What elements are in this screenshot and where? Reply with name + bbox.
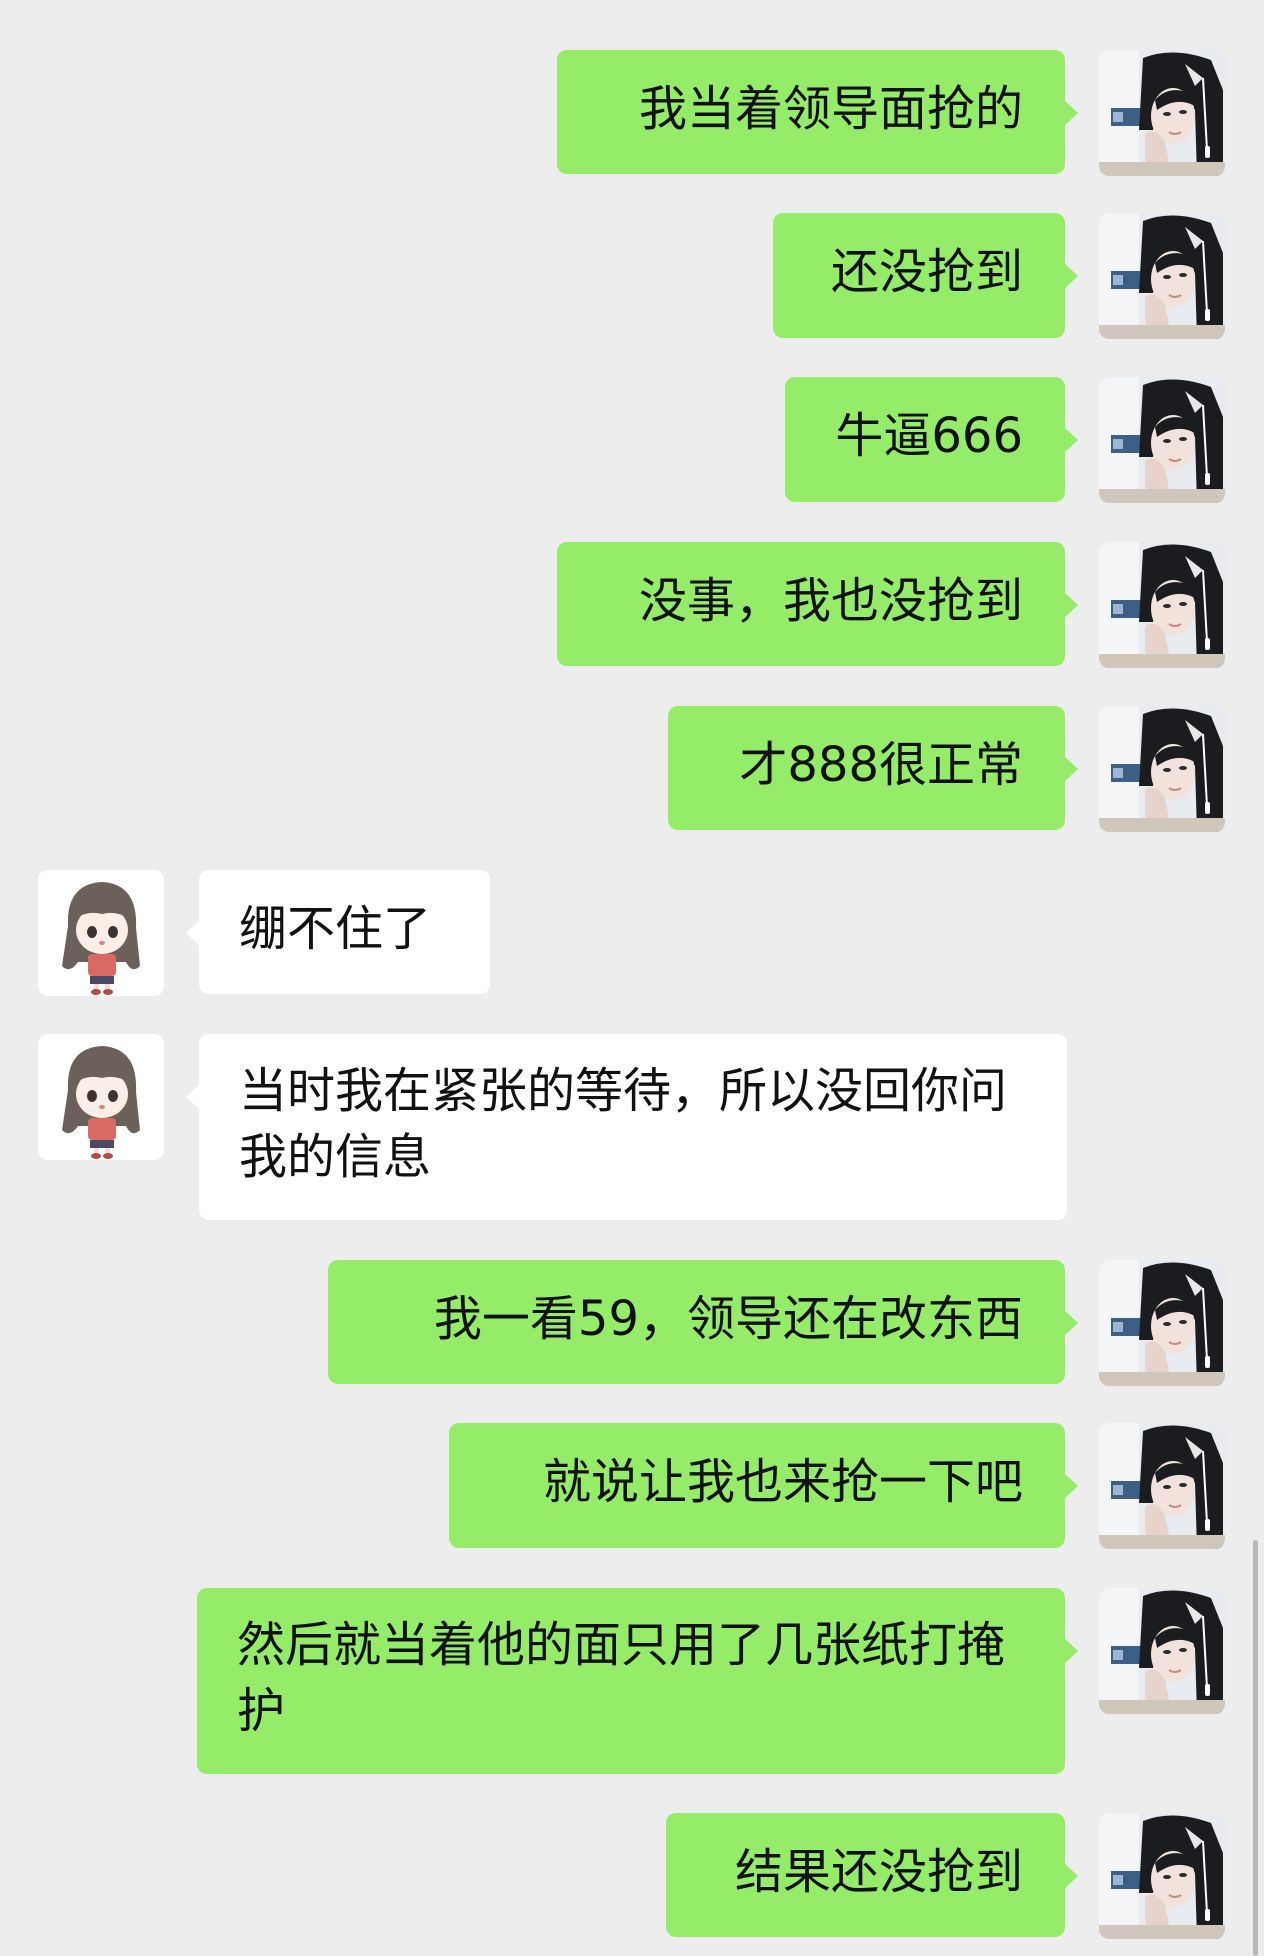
photo-avatar-icon	[1099, 1423, 1225, 1549]
self-avatar[interactable]	[1099, 50, 1225, 176]
self-avatar[interactable]	[1099, 213, 1225, 339]
self-avatar[interactable]	[1099, 1588, 1225, 1714]
message-bubble-outgoing[interactable]: 然后就当着他的面只用了几张纸打掩护	[197, 1588, 1078, 1774]
message-bubble-outgoing[interactable]: 就说让我也来抢一下吧	[449, 1423, 1078, 1548]
photo-avatar-icon	[1099, 50, 1225, 176]
self-avatar[interactable]	[1099, 706, 1225, 832]
cartoon-girl-avatar-icon	[38, 1034, 164, 1160]
photo-avatar-icon	[1099, 1588, 1225, 1714]
photo-avatar-icon	[1099, 542, 1225, 668]
message-bubble-outgoing[interactable]: 结果还没抢到	[666, 1813, 1078, 1937]
self-avatar[interactable]	[1099, 1260, 1225, 1386]
message-bubble-outgoing[interactable]: 牛逼666	[785, 377, 1078, 502]
message-bubble-outgoing[interactable]: 还没抢到	[773, 213, 1078, 338]
photo-avatar-icon	[1099, 1260, 1225, 1386]
photo-avatar-icon	[1099, 706, 1225, 832]
contact-avatar[interactable]	[38, 870, 164, 996]
photo-avatar-icon	[1099, 213, 1225, 339]
self-avatar[interactable]	[1099, 542, 1225, 668]
message-bubble-outgoing[interactable]: 才888很正常	[668, 706, 1078, 830]
message-bubble-outgoing[interactable]: 我当着领导面抢的	[557, 50, 1078, 174]
self-avatar[interactable]	[1099, 1423, 1225, 1549]
photo-avatar-icon	[1099, 377, 1225, 503]
message-bubble-incoming[interactable]: 绷不住了	[186, 870, 490, 994]
contact-avatar[interactable]	[38, 1034, 164, 1160]
chat-view[interactable]: 我当着领导面抢的 还没抢到 牛逼666 没事，我也没抢到 才888很正常 绷不住…	[0, 0, 1264, 1956]
cartoon-girl-avatar-icon	[38, 870, 164, 996]
message-bubble-incoming[interactable]: 当时我在紧张的等待，所以没回你问我的信息	[186, 1034, 1067, 1220]
message-bubble-outgoing[interactable]: 没事，我也没抢到	[557, 542, 1078, 666]
self-avatar[interactable]	[1099, 1813, 1225, 1939]
self-avatar[interactable]	[1099, 377, 1225, 503]
message-bubble-outgoing[interactable]: 我一看59，领导还在改东西	[328, 1260, 1078, 1384]
scrollbar[interactable]	[1253, 1540, 1258, 1956]
photo-avatar-icon	[1099, 1813, 1225, 1939]
